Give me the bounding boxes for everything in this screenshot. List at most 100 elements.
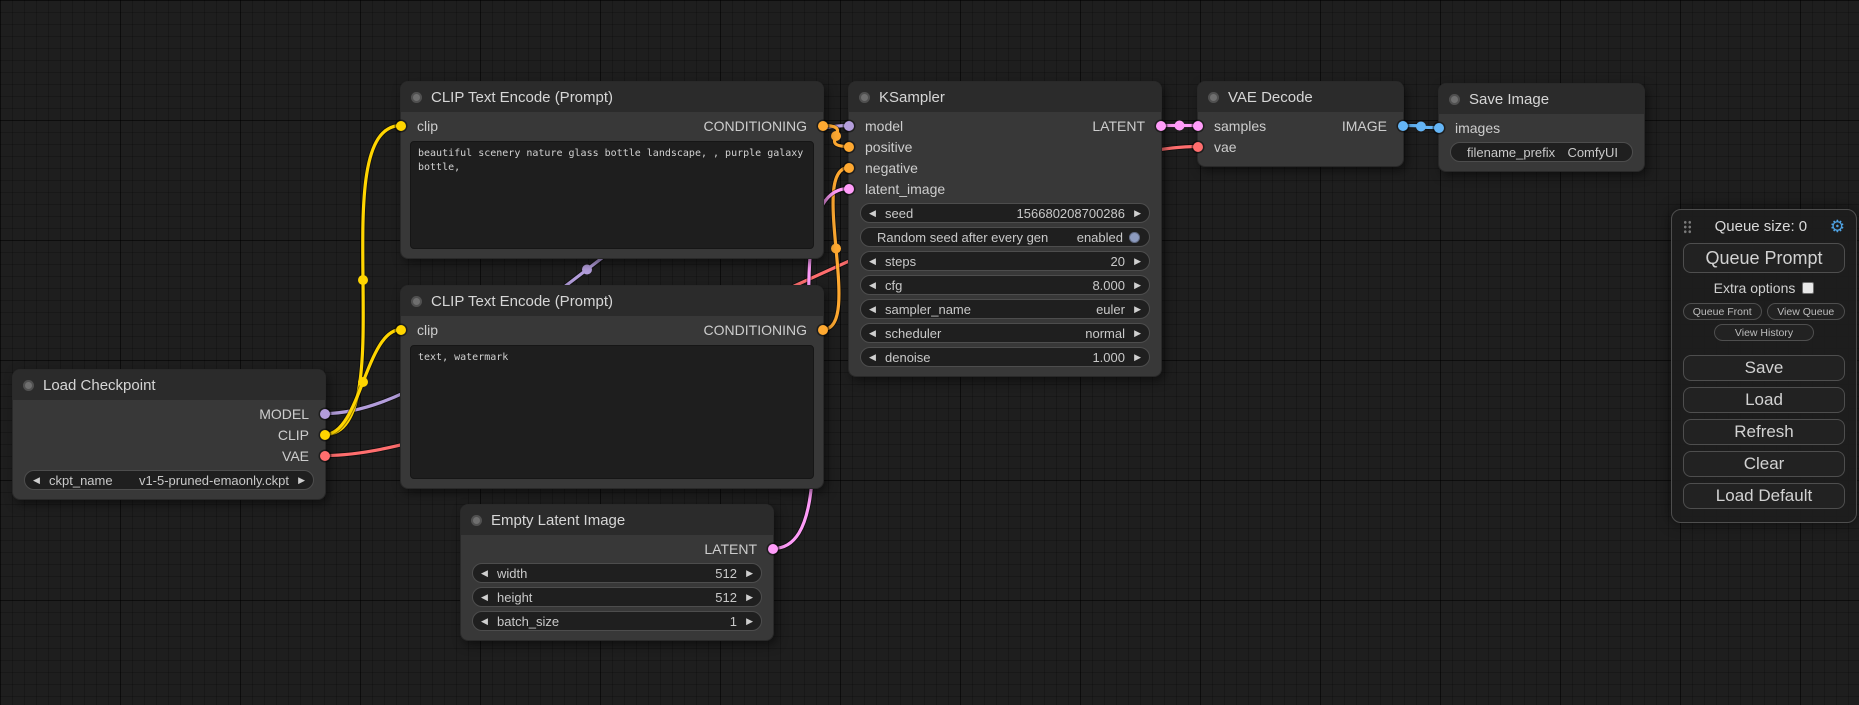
node-collapse-dot[interactable] xyxy=(23,380,34,391)
decrement-arrow-icon[interactable]: ◀ xyxy=(481,617,493,626)
increment-arrow-icon[interactable]: ▶ xyxy=(1129,209,1141,218)
node-title-bar[interactable]: KSampler xyxy=(849,82,1161,112)
slot-row: latent_image xyxy=(849,178,1161,199)
settings-gear-icon[interactable]: ⚙ xyxy=(1830,218,1845,235)
output-port-conditioning[interactable] xyxy=(818,325,828,335)
sampler-name-widget[interactable]: ◀ sampler_name euler ▶ xyxy=(860,299,1150,319)
save-button[interactable]: Save xyxy=(1683,355,1845,381)
decrement-arrow-icon[interactable]: ◀ xyxy=(869,353,881,362)
queue-front-button[interactable]: Queue Front xyxy=(1683,303,1762,320)
cfg-widget[interactable]: ◀ cfg 8.000 ▶ xyxy=(860,275,1150,295)
decrement-arrow-icon[interactable]: ◀ xyxy=(869,305,881,314)
slot-row: samples IMAGE xyxy=(1198,115,1403,136)
width-widget[interactable]: ◀ width 512 ▶ xyxy=(472,563,762,583)
input-port-positive[interactable] xyxy=(844,142,854,152)
ckpt-name-widget[interactable]: ◀ ckpt_name v1-5-pruned-emaonly.ckpt ▶ xyxy=(24,470,314,490)
height-widget[interactable]: ◀ height 512 ▶ xyxy=(472,587,762,607)
input-port-images[interactable] xyxy=(1434,123,1444,133)
output-port-latent[interactable] xyxy=(1156,121,1166,131)
increment-arrow-icon[interactable]: ▶ xyxy=(1129,257,1141,266)
node-collapse-dot[interactable] xyxy=(859,92,870,103)
input-port-vae[interactable] xyxy=(1193,142,1203,152)
node-load-checkpoint[interactable]: Load Checkpoint MODEL CLIP VAE ◀ ckpt_na… xyxy=(12,369,326,500)
increment-arrow-icon[interactable]: ▶ xyxy=(1129,329,1141,338)
output-port-conditioning[interactable] xyxy=(818,121,828,131)
node-title-bar[interactable]: CLIP Text Encode (Prompt) xyxy=(401,82,823,112)
view-queue-button[interactable]: View Queue xyxy=(1767,303,1846,320)
decrement-arrow-icon[interactable]: ◀ xyxy=(869,281,881,290)
node-collapse-dot[interactable] xyxy=(471,515,482,526)
denoise-widget[interactable]: ◀ denoise 1.000 ▶ xyxy=(860,347,1150,367)
input-port-negative[interactable] xyxy=(844,163,854,173)
seed-widget[interactable]: ◀ seed 156680208700286 ▶ xyxy=(860,203,1150,223)
input-port-samples[interactable] xyxy=(1193,121,1203,131)
increment-arrow-icon[interactable]: ▶ xyxy=(1129,305,1141,314)
input-port-clip[interactable] xyxy=(396,325,406,335)
increment-arrow-icon[interactable]: ▶ xyxy=(293,476,305,485)
output-port-vae[interactable] xyxy=(320,451,330,461)
queue-actions-row: Queue Front View Queue xyxy=(1683,303,1845,320)
output-port-clip[interactable] xyxy=(320,430,330,440)
node-ksampler[interactable]: KSampler model LATENT positive negative … xyxy=(848,81,1162,377)
extra-options-checkbox[interactable] xyxy=(1802,282,1814,294)
output-port-latent[interactable] xyxy=(768,544,778,554)
decrement-arrow-icon[interactable]: ◀ xyxy=(481,569,493,578)
increment-arrow-icon[interactable]: ▶ xyxy=(741,569,753,578)
input-label-latent-image: latent_image xyxy=(865,181,945,197)
decrement-arrow-icon[interactable]: ◀ xyxy=(481,593,493,602)
node-collapse-dot[interactable] xyxy=(1208,92,1219,103)
load-button[interactable]: Load xyxy=(1683,387,1845,413)
decrement-arrow-icon[interactable]: ◀ xyxy=(869,257,881,266)
output-label-conditioning: CONDITIONING xyxy=(704,118,807,134)
node-clip-text-encode-positive[interactable]: CLIP Text Encode (Prompt) clip CONDITION… xyxy=(400,81,824,259)
decrement-arrow-icon[interactable]: ◀ xyxy=(869,209,881,218)
refresh-button[interactable]: Refresh xyxy=(1683,419,1845,445)
node-collapse-dot[interactable] xyxy=(1449,94,1460,105)
filename-prefix-widget[interactable]: filename_prefix ComfyUI xyxy=(1450,142,1633,162)
input-port-model[interactable] xyxy=(844,121,854,131)
increment-arrow-icon[interactable]: ▶ xyxy=(1129,353,1141,362)
node-title-bar[interactable]: CLIP Text Encode (Prompt) xyxy=(401,286,823,316)
node-vae-decode[interactable]: VAE Decode samples IMAGE vae xyxy=(1197,81,1404,167)
decrement-arrow-icon[interactable]: ◀ xyxy=(33,476,45,485)
batch-size-widget[interactable]: ◀ batch_size 1 ▶ xyxy=(472,611,762,631)
link-midpoint-dot xyxy=(582,265,592,275)
increment-arrow-icon[interactable]: ▶ xyxy=(1129,281,1141,290)
input-port-clip[interactable] xyxy=(396,121,406,131)
load-default-button[interactable]: Load Default xyxy=(1683,483,1845,509)
node-empty-latent-image[interactable]: Empty Latent Image LATENT ◀ width 512 ▶ … xyxy=(460,504,774,641)
output-port-image[interactable] xyxy=(1398,121,1408,131)
widget-label: batch_size xyxy=(497,614,559,629)
negative-prompt-textarea[interactable]: text, watermark xyxy=(410,345,814,479)
node-graph-canvas[interactable]: Load Checkpoint MODEL CLIP VAE ◀ ckpt_na… xyxy=(0,0,1859,705)
random-seed-toggle-widget[interactable]: Random seed after every gen enabled xyxy=(860,227,1150,247)
widget-label: filename_prefix xyxy=(1467,145,1555,160)
widget-label: height xyxy=(497,590,532,605)
node-save-image[interactable]: Save Image images filename_prefix ComfyU… xyxy=(1438,83,1645,172)
positive-prompt-textarea[interactable]: beautiful scenery nature glass bottle la… xyxy=(410,141,814,249)
toggle-indicator[interactable] xyxy=(1129,232,1140,243)
node-collapse-dot[interactable] xyxy=(411,92,422,103)
input-port-latent-image[interactable] xyxy=(844,184,854,194)
node-clip-text-encode-negative[interactable]: CLIP Text Encode (Prompt) clip CONDITION… xyxy=(400,285,824,489)
clear-button[interactable]: Clear xyxy=(1683,451,1845,477)
drag-handle[interactable] xyxy=(1683,220,1692,234)
increment-arrow-icon[interactable]: ▶ xyxy=(741,617,753,626)
node-title-bar[interactable]: Load Checkpoint xyxy=(13,370,325,400)
view-history-button[interactable]: View History xyxy=(1714,324,1814,341)
node-title-bar[interactable]: Save Image xyxy=(1439,84,1644,114)
decrement-arrow-icon[interactable]: ◀ xyxy=(869,329,881,338)
scheduler-widget[interactable]: ◀ scheduler normal ▶ xyxy=(860,323,1150,343)
increment-arrow-icon[interactable]: ▶ xyxy=(741,593,753,602)
widget-label: sampler_name xyxy=(885,302,971,317)
output-port-model[interactable] xyxy=(320,409,330,419)
steps-widget[interactable]: ◀ steps 20 ▶ xyxy=(860,251,1150,271)
node-title-bar[interactable]: VAE Decode xyxy=(1198,82,1403,112)
node-collapse-dot[interactable] xyxy=(411,296,422,307)
node-title-bar[interactable]: Empty Latent Image xyxy=(461,505,773,535)
output-label-conditioning: CONDITIONING xyxy=(704,322,807,338)
node-title-text: VAE Decode xyxy=(1228,89,1313,106)
widget-value: 156680208700286 xyxy=(1017,206,1125,221)
input-label-negative: negative xyxy=(865,160,918,176)
queue-prompt-button[interactable]: Queue Prompt xyxy=(1683,243,1845,273)
